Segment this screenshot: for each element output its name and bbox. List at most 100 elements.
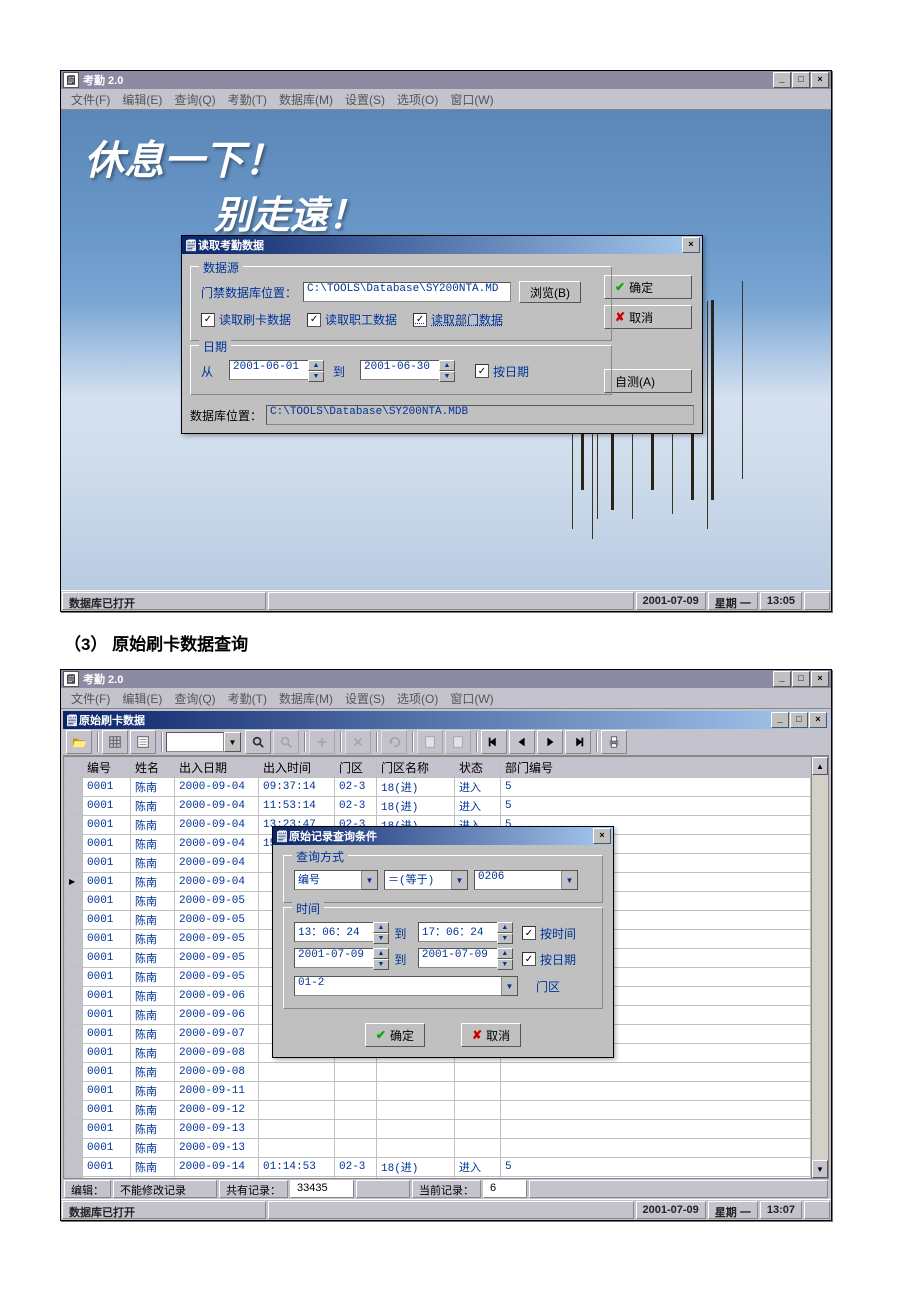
findnext-icon[interactable] <box>273 730 299 754</box>
table-row[interactable]: 0001陈南2000-09-08 <box>65 1063 811 1082</box>
legend-date: 日期 <box>199 338 231 355</box>
menu-query[interactable]: 查询(Q) <box>168 91 221 108</box>
spin-dateto[interactable]: 2001-07-09▲▼ <box>418 948 513 970</box>
group-query-time: 时间 13：06：24▲▼ 到 17：06：24▲▼ 按时间 2001-07-0… <box>283 907 603 1009</box>
app-title-2: 考勤 2.0 <box>83 671 123 687</box>
table-row[interactable]: 0001陈南2000-09-12 <box>65 1101 811 1120</box>
vertical-scrollbar[interactable]: ▲▼ <box>811 757 828 1178</box>
spin-timeto[interactable]: 17：06：24▲▼ <box>418 922 513 944</box>
spin-timefrom[interactable]: 13：06：24▲▼ <box>294 922 389 944</box>
print-icon[interactable] <box>601 730 627 754</box>
chk-bydate[interactable]: 按日期 <box>475 363 529 380</box>
maximize-button[interactable]: □ <box>792 671 810 687</box>
col-header[interactable]: 出入时间 <box>259 758 335 778</box>
last-icon[interactable] <box>565 730 591 754</box>
cancel-button[interactable]: ✘取消 <box>604 305 692 329</box>
find-icon[interactable] <box>245 730 271 754</box>
query-close-button[interactable]: × <box>593 828 611 844</box>
spin-dateto[interactable]: 2001-06-30 ▲▼ <box>360 360 455 382</box>
col-header[interactable]: 编号 <box>83 758 131 778</box>
spacer <box>356 1180 410 1198</box>
col-header[interactable]: 部门编号 <box>501 758 811 778</box>
child-close[interactable]: × <box>809 712 827 728</box>
table-row[interactable]: 0001陈南2000-09-0409:37:1402-318(进)进入5 <box>65 778 811 797</box>
select-gate[interactable]: 01-2▼ <box>294 976 518 996</box>
chk-bytime[interactable]: 按时间 <box>522 925 576 942</box>
menu-settings[interactable]: 设置(S) <box>339 690 391 707</box>
query-dialog: 🗒 原始记录查询条件 × 查询方式 编号▼ ＝(等于)▼ 0206▼ 时 <box>272 826 614 1058</box>
form-icon[interactable] <box>130 730 156 754</box>
menu-window[interactable]: 窗口(W) <box>444 91 499 108</box>
spin-datefrom[interactable]: 2001-07-09▲▼ <box>294 948 389 970</box>
col-header[interactable] <box>65 758 83 778</box>
table-row[interactable]: 0001陈南2000-09-0411:53:1402-318(进)进入5 <box>65 797 811 816</box>
report1-icon[interactable] <box>417 730 443 754</box>
spin-datefrom[interactable]: 2001-06-01 ▲▼ <box>229 360 324 382</box>
delete-icon[interactable] <box>345 730 371 754</box>
chk-staff[interactable]: 读取职工数据 <box>307 311 397 328</box>
menu-attend[interactable]: 考勤(T) <box>222 91 273 108</box>
lbl-total: 共有记录： <box>219 1180 288 1198</box>
data-grid: 编号姓名出入日期出入时间门区门区名称状态部门编号 0001陈南2000-09-0… <box>63 756 829 1179</box>
menu-edit[interactable]: 编辑(E) <box>116 91 168 108</box>
menu-window[interactable]: 窗口(W) <box>444 690 499 707</box>
prev-icon[interactable] <box>509 730 535 754</box>
menu-file[interactable]: 文件(F) <box>65 690 116 707</box>
first-icon[interactable] <box>481 730 507 754</box>
query-cancel-button[interactable]: ✘取消 <box>461 1023 521 1047</box>
dialog-close-button[interactable]: × <box>682 237 700 253</box>
child-maximize[interactable]: □ <box>790 712 808 728</box>
close-button[interactable]: × <box>811 72 829 88</box>
table-row[interactable]: 0001陈南2000-09-1401:14:5302-318(进)进入5 <box>65 1158 811 1177</box>
app-icon: 🗒 <box>63 72 79 88</box>
undo-icon[interactable] <box>381 730 407 754</box>
table-row[interactable]: 0001陈南2000-09-11 <box>65 1082 811 1101</box>
ok-button[interactable]: ✔确定 <box>604 275 692 299</box>
add-icon[interactable] <box>309 730 335 754</box>
next-icon[interactable] <box>537 730 563 754</box>
table-row[interactable]: 0001陈南2000-09-13 <box>65 1139 811 1158</box>
menu-db[interactable]: 数据库(M) <box>273 91 339 108</box>
menu-settings[interactable]: 设置(S) <box>339 91 391 108</box>
chk-swipe[interactable]: 读取刷卡数据 <box>201 311 291 328</box>
query-ok-button[interactable]: ✔确定 <box>365 1023 425 1047</box>
col-header[interactable]: 状态 <box>455 758 501 778</box>
statusbar-2: 数据库已打开 2001-07-09 星期 一 13:07 <box>61 1199 831 1220</box>
minimize-button[interactable]: _ <box>773 671 791 687</box>
dialog-titlebar: 🗒 读取考勤数据 × <box>182 236 702 254</box>
app-title-1: 考勤 2.0 <box>83 72 123 88</box>
menu-query[interactable]: 查询(Q) <box>168 690 221 707</box>
maximize-button[interactable]: □ <box>792 72 810 88</box>
input-dbpath[interactable]: C:\TOOLS\Database\SY200NTA.MD <box>303 282 511 302</box>
slogan-2: 别走遠！ <box>214 184 366 239</box>
menu-attend[interactable]: 考勤(T) <box>222 690 273 707</box>
filter-dropdown[interactable]: ▼ <box>166 732 241 752</box>
select-value[interactable]: 0206▼ <box>474 870 578 890</box>
browse-button[interactable]: 浏览(B) <box>519 281 581 303</box>
menu-file[interactable]: 文件(F) <box>65 91 116 108</box>
table-row[interactable]: 0001陈南2000-09-1509:57:4002-318(进)进入5 <box>65 1177 811 1179</box>
grid-icon[interactable] <box>102 730 128 754</box>
minimize-button[interactable]: _ <box>773 72 791 88</box>
col-header[interactable]: 出入日期 <box>175 758 259 778</box>
menu-options[interactable]: 选项(O) <box>391 690 444 707</box>
legend-datasource: 数据源 <box>199 259 243 276</box>
close-button[interactable]: × <box>811 671 829 687</box>
col-header[interactable]: 姓名 <box>131 758 175 778</box>
select-op[interactable]: ＝(等于)▼ <box>384 870 468 890</box>
child-titlebar: 🗒 原始刷卡数据 _ □ × <box>63 711 829 729</box>
child-minimize[interactable]: _ <box>771 712 789 728</box>
col-header[interactable]: 门区 <box>335 758 377 778</box>
chk-bydate[interactable]: 按日期 <box>522 951 576 968</box>
select-field[interactable]: 编号▼ <box>294 870 378 890</box>
status-db: 数据库已打开 <box>62 592 266 610</box>
menu-edit[interactable]: 编辑(E) <box>116 690 168 707</box>
open-icon[interactable] <box>66 730 92 754</box>
menu-db[interactable]: 数据库(M) <box>273 690 339 707</box>
table-row[interactable]: 0001陈南2000-09-13 <box>65 1120 811 1139</box>
selftest-button[interactable]: 自测(A) <box>604 369 692 393</box>
col-header[interactable]: 门区名称 <box>377 758 455 778</box>
report2-icon[interactable] <box>445 730 471 754</box>
chk-dept[interactable]: 读取部门数据 <box>413 311 503 328</box>
menu-options[interactable]: 选项(O) <box>391 91 444 108</box>
